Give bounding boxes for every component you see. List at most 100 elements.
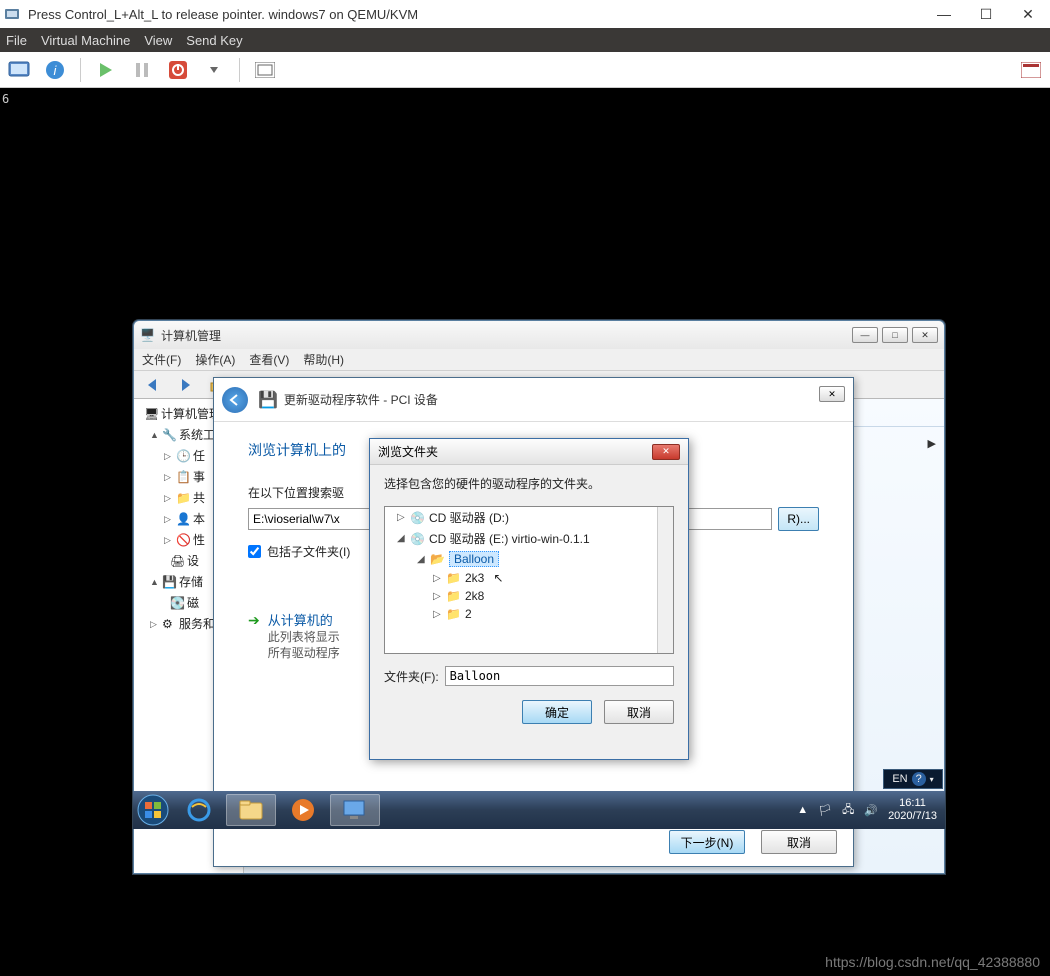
power-dropdown-icon[interactable] — [199, 56, 229, 84]
help-icon[interactable]: ? — [912, 772, 926, 786]
qemu-menubar: File Virtual Machine View Send Key — [0, 28, 1050, 52]
qemu-titlebar: Press Control_L+Alt_L to release pointer… — [0, 0, 1050, 28]
mgmt-title: 计算机管理 — [161, 327, 221, 344]
side-char: 6 — [2, 92, 9, 106]
menu-file[interactable]: File — [6, 33, 27, 48]
ok-button[interactable]: 确定 — [522, 700, 592, 724]
tray-arrow-icon[interactable]: ▲ — [797, 804, 808, 816]
cursor-icon: ↖ — [493, 571, 503, 585]
wizard-title: 更新驱动程序软件 - PCI 设备 — [284, 391, 438, 408]
maximize-button[interactable]: □ — [882, 327, 908, 343]
option-desc-1: 此列表将显示 — [268, 630, 340, 644]
forward-icon[interactable] — [170, 371, 200, 399]
tree-cd-e[interactable]: CD 驱动器 (E:) virtio-win-0.1.1 — [429, 530, 590, 547]
power-icon[interactable] — [163, 56, 193, 84]
tree-2k3[interactable]: 2k3 — [465, 571, 484, 585]
flag-icon[interactable]: 🏳 — [818, 804, 832, 817]
info-icon[interactable]: i — [40, 56, 70, 84]
clock-time: 16:11 — [888, 797, 937, 810]
folder-icon: 📁 — [446, 571, 462, 585]
cancel-button[interactable]: 取消 — [604, 700, 674, 724]
taskbar-media-player[interactable] — [278, 794, 328, 826]
tree-storage[interactable]: 存储 — [179, 573, 203, 590]
folder-tree[interactable]: ▷💿CD 驱动器 (D:) ◢💿CD 驱动器 (E:) virtio-win-0… — [384, 506, 674, 654]
language-bar[interactable]: EN ? ▾ — [883, 769, 943, 789]
screenshot-icon[interactable] — [1016, 56, 1046, 84]
share-icon: 📁 — [176, 491, 190, 505]
browse-titlebar[interactable]: 浏览文件夹 ✕ — [370, 439, 688, 465]
back-icon[interactable] — [138, 371, 168, 399]
disk-icon: 💽 — [170, 596, 184, 610]
console-icon[interactable] — [4, 56, 34, 84]
close-button[interactable]: ✕ — [652, 444, 680, 460]
tree-systools[interactable]: 系统工 — [179, 426, 215, 443]
scrollbar[interactable] — [657, 507, 673, 653]
taskbar-computer-management[interactable] — [330, 794, 380, 826]
clock-date: 2020/7/13 — [888, 810, 937, 823]
next-button[interactable]: 下一步(N) — [669, 830, 745, 854]
tree-events[interactable]: 事 — [193, 468, 205, 485]
tree-disk[interactable]: 磁 — [187, 594, 199, 611]
menu-help[interactable]: 帮助(H) — [303, 351, 344, 368]
close-button[interactable]: ✕ — [819, 386, 845, 402]
mgmt-icon: 🖥️ — [140, 328, 155, 342]
menu-view[interactable]: 查看(V) — [249, 351, 289, 368]
maximize-button[interactable]: ☐ — [974, 6, 998, 23]
taskbar-explorer[interactable] — [226, 794, 276, 826]
browse-title-text: 浏览文件夹 — [378, 443, 438, 460]
back-button[interactable] — [222, 387, 248, 413]
menu-file[interactable]: 文件(F) — [142, 351, 181, 368]
device-icon: 💾 — [258, 390, 278, 410]
toolbar-separator — [239, 58, 240, 82]
toolbar-separator — [80, 58, 81, 82]
menu-action[interactable]: 操作(A) — [195, 351, 235, 368]
play-icon[interactable] — [91, 56, 121, 84]
lang-code[interactable]: EN — [892, 773, 907, 785]
mgmt-menubar: 文件(F) 操作(A) 查看(V) 帮助(H) — [134, 349, 944, 371]
watermark: https://blog.csdn.net/qq_42388880 — [825, 954, 1040, 970]
pause-icon[interactable] — [127, 56, 157, 84]
tree-services[interactable]: 服务和 — [179, 615, 215, 632]
tree-tasks[interactable]: 任 — [193, 447, 205, 464]
minimize-button[interactable]: — — [932, 6, 956, 23]
taskbar-ie[interactable] — [174, 794, 224, 826]
browse-button[interactable]: R)... — [778, 507, 819, 531]
tree-local[interactable]: 本 — [193, 510, 205, 527]
checkbox-label: 包括子文件夹(I) — [267, 543, 350, 560]
menu-send-key[interactable]: Send Key — [186, 33, 242, 48]
fullscreen-icon[interactable] — [250, 56, 280, 84]
cancel-button[interactable]: 取消 — [761, 830, 837, 854]
lang-dropdown-icon[interactable]: ▾ — [930, 775, 934, 784]
scroll-right-icon[interactable]: ▶ — [928, 437, 936, 450]
tree-perf[interactable]: 性 — [193, 531, 205, 548]
tools-icon: 🔧 — [162, 428, 176, 442]
taskbar: ▲ 🏳 🖧 🔊 16:11 2020/7/13 — [133, 791, 945, 829]
clock-icon: 🕒 — [176, 449, 190, 463]
perf-icon: 🚫 — [176, 533, 190, 547]
volume-icon[interactable]: 🔊 — [864, 804, 878, 817]
close-button[interactable]: ✕ — [1016, 6, 1040, 23]
device-icon: 🖨 — [170, 554, 184, 568]
mgmt-titlebar[interactable]: 🖥️ 计算机管理 — □ ✕ — [134, 321, 944, 349]
tree-2k8[interactable]: 2k8 — [465, 589, 484, 603]
cd-icon: 💿 — [410, 532, 426, 546]
tree-cd-d[interactable]: CD 驱动器 (D:) — [429, 509, 509, 526]
folder-input[interactable] — [445, 666, 674, 686]
menu-view[interactable]: View — [144, 33, 172, 48]
minimize-button[interactable]: — — [852, 327, 878, 343]
folder-open-icon: 📂 — [430, 552, 446, 566]
tree-2[interactable]: 2 — [465, 607, 472, 621]
menu-virtual-machine[interactable]: Virtual Machine — [41, 33, 130, 48]
tree-shares[interactable]: 共 — [193, 489, 205, 506]
wizard-header: 💾 更新驱动程序软件 - PCI 设备 — [214, 378, 853, 422]
tree-root[interactable]: 计算机管理 — [161, 405, 221, 422]
include-subfolders-checkbox[interactable] — [248, 545, 261, 558]
close-button[interactable]: ✕ — [912, 327, 938, 343]
tree-balloon[interactable]: Balloon — [449, 551, 499, 567]
network-icon[interactable]: 🖧 — [842, 801, 854, 820]
clock[interactable]: 16:11 2020/7/13 — [888, 797, 937, 823]
qemu-toolbar: i — [0, 52, 1050, 88]
start-button[interactable] — [133, 791, 173, 829]
tree-devmgr[interactable]: 设 — [187, 552, 199, 569]
cd-icon: 💿 — [410, 511, 426, 525]
